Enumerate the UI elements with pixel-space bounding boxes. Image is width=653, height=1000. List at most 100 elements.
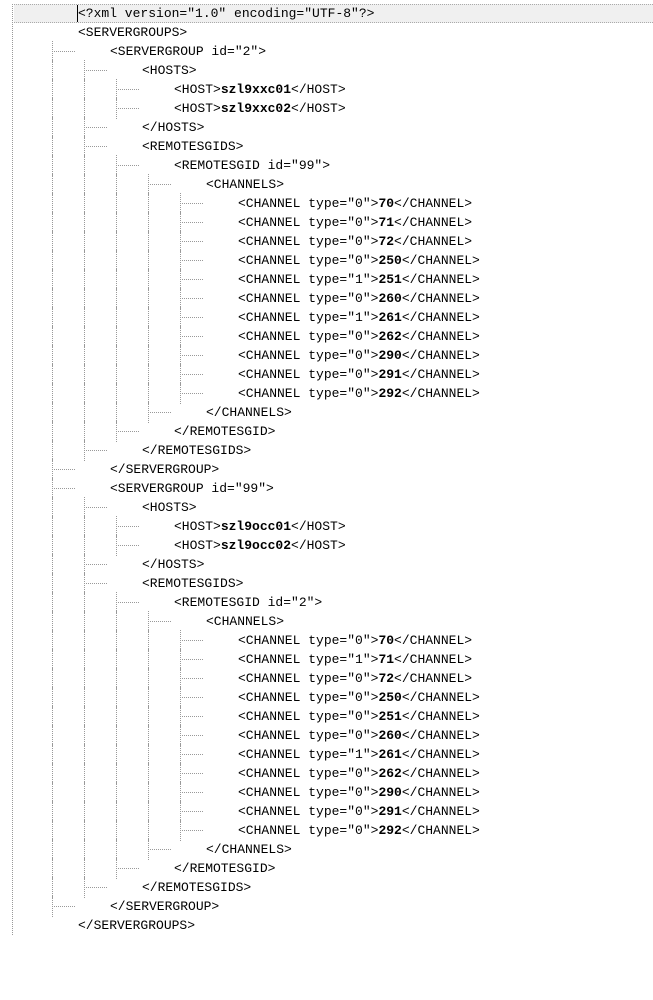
host-line: <HOST>szl9xxc02</HOST>	[14, 99, 653, 118]
xml-text: <HOSTS>	[142, 500, 197, 515]
xml-text: </CHANNELS>	[206, 842, 292, 857]
remotesgid-close: </REMOTESGID>	[14, 859, 653, 878]
xml-text: <CHANNEL type="0">70</CHANNEL>	[238, 633, 472, 648]
xml-text: <CHANNEL type="0">262</CHANNEL>	[238, 329, 480, 344]
xml-text: <CHANNEL type="0">292</CHANNEL>	[238, 823, 480, 838]
channel-line: <CHANNEL type="0">250</CHANNEL>	[14, 688, 653, 707]
xml-text: <CHANNEL type="0">260</CHANNEL>	[238, 291, 480, 306]
xml-text: <CHANNEL type="0">250</CHANNEL>	[238, 253, 480, 268]
xml-text: <REMOTESGIDS>	[142, 139, 243, 154]
channel-line: <CHANNEL type="0">262</CHANNEL>	[14, 327, 653, 346]
xml-text: </SERVERGROUP>	[110, 462, 219, 477]
xml-text: <CHANNEL type="0">291</CHANNEL>	[238, 367, 480, 382]
servergroup-close: </SERVERGROUP>	[14, 460, 653, 479]
xml-text: </REMOTESGIDS>	[142, 880, 251, 895]
servergroups-close: </SERVERGROUPS>	[14, 916, 653, 935]
channel-line: <CHANNEL type="0">70</CHANNEL>	[14, 194, 653, 213]
hosts-open: <HOSTS>	[14, 61, 653, 80]
xml-text: </HOSTS>	[142, 557, 204, 572]
channel-line: <CHANNEL type="1">251</CHANNEL>	[14, 270, 653, 289]
hosts-open: <HOSTS>	[14, 498, 653, 517]
xml-text: <HOST>szl9xxc02</HOST>	[174, 101, 346, 116]
xml-text: </HOSTS>	[142, 120, 204, 135]
xml-text: <CHANNEL type="0">250</CHANNEL>	[238, 690, 480, 705]
servergroup-open: <SERVERGROUP id="99">	[14, 479, 653, 498]
xml-text: <CHANNEL type="1">251</CHANNEL>	[238, 272, 480, 287]
channel-line: <CHANNEL type="0">292</CHANNEL>	[14, 821, 653, 840]
xml-text: </REMOTESGID>	[174, 424, 275, 439]
xml-text: <CHANNEL type="0">251</CHANNEL>	[238, 709, 480, 724]
channel-line: <CHANNEL type="1">261</CHANNEL>	[14, 308, 653, 327]
remotesgids-open: <REMOTESGIDS>	[14, 137, 653, 156]
host-line: <HOST>szl9occ02</HOST>	[14, 536, 653, 555]
channel-line: <CHANNEL type="0">70</CHANNEL>	[14, 631, 653, 650]
xml-text: </SERVERGROUPS>	[78, 918, 195, 933]
xml-text: <SERVERGROUP id="2">	[110, 44, 266, 59]
channel-line: <CHANNEL type="0">250</CHANNEL>	[14, 251, 653, 270]
channel-line: <CHANNEL type="1">261</CHANNEL>	[14, 745, 653, 764]
channels-open: <CHANNELS>	[14, 612, 653, 631]
xml-declaration: <?xml version="1.0" encoding="UTF-8"?>	[78, 6, 374, 21]
xml-text: <SERVERGROUPS>	[78, 25, 187, 40]
hosts-close: </HOSTS>	[14, 118, 653, 137]
channel-line: <CHANNEL type="1">71</CHANNEL>	[14, 650, 653, 669]
xml-text: <HOST>szl9xxc01</HOST>	[174, 82, 346, 97]
xml-text: <CHANNEL type="0">290</CHANNEL>	[238, 785, 480, 800]
servergroup-close: </SERVERGROUP>	[14, 897, 653, 916]
xml-code-block: <?xml version="1.0" encoding="UTF-8"?> <S…	[0, 0, 653, 939]
channel-line: <CHANNEL type="0">72</CHANNEL>	[14, 232, 653, 251]
channel-line: <CHANNEL type="0">72</CHANNEL>	[14, 669, 653, 688]
xml-text: <REMOTESGID id="99">	[174, 158, 330, 173]
xml-text: <CHANNEL type="0">70</CHANNEL>	[238, 196, 472, 211]
xml-text: <CHANNEL type="0">260</CHANNEL>	[238, 728, 480, 743]
xml-text: <REMOTESGIDS>	[142, 576, 243, 591]
xml-text: <CHANNEL type="0">262</CHANNEL>	[238, 766, 480, 781]
channels-open: <CHANNELS>	[14, 175, 653, 194]
host-line: <HOST>szl9occ01</HOST>	[14, 517, 653, 536]
servergroup-open: <SERVERGROUP id="2">	[14, 42, 653, 61]
channel-line: <CHANNEL type="0">290</CHANNEL>	[14, 346, 653, 365]
channel-line: <CHANNEL type="0">260</CHANNEL>	[14, 726, 653, 745]
xml-text: <HOST>szl9occ02</HOST>	[174, 538, 346, 553]
xml-text: <SERVERGROUP id="99">	[110, 481, 274, 496]
xml-text: </SERVERGROUP>	[110, 899, 219, 914]
xml-text: <CHANNELS>	[206, 614, 284, 629]
channel-line: <CHANNEL type="0">290</CHANNEL>	[14, 783, 653, 802]
channel-line: <CHANNEL type="0">292</CHANNEL>	[14, 384, 653, 403]
xml-text: </CHANNELS>	[206, 405, 292, 420]
remotesgids-close: </REMOTESGIDS>	[14, 441, 653, 460]
xml-render-area: <?xml version="1.0" encoding="UTF-8"?> <S…	[12, 4, 653, 935]
channel-line: <CHANNEL type="0">262</CHANNEL>	[14, 764, 653, 783]
xml-text: <HOST>szl9occ01</HOST>	[174, 519, 346, 534]
channel-line: <CHANNEL type="0">260</CHANNEL>	[14, 289, 653, 308]
xml-text: <HOSTS>	[142, 63, 197, 78]
channel-line: <CHANNEL type="0">251</CHANNEL>	[14, 707, 653, 726]
channels-close: </CHANNELS>	[14, 840, 653, 859]
servergroups-open: <SERVERGROUPS>	[14, 23, 653, 42]
channels-close: </CHANNELS>	[14, 403, 653, 422]
xml-text: </REMOTESGIDS>	[142, 443, 251, 458]
xml-text: <CHANNEL type="0">72</CHANNEL>	[238, 671, 472, 686]
xml-text: <CHANNEL type="0">71</CHANNEL>	[238, 215, 472, 230]
channel-line: <CHANNEL type="0">291</CHANNEL>	[14, 365, 653, 384]
remotesgids-close: </REMOTESGIDS>	[14, 878, 653, 897]
xml-declaration-line: <?xml version="1.0" encoding="UTF-8"?>	[14, 4, 653, 23]
remotesgid-open: <REMOTESGID id="2">	[14, 593, 653, 612]
remotesgid-open: <REMOTESGID id="99">	[14, 156, 653, 175]
xml-text: </REMOTESGID>	[174, 861, 275, 876]
xml-text: <REMOTESGID id="2">	[174, 595, 322, 610]
xml-text: <CHANNEL type="1">261</CHANNEL>	[238, 747, 480, 762]
channel-line: <CHANNEL type="0">71</CHANNEL>	[14, 213, 653, 232]
channel-line: <CHANNEL type="0">291</CHANNEL>	[14, 802, 653, 821]
xml-text: <CHANNEL type="0">290</CHANNEL>	[238, 348, 480, 363]
xml-text: <CHANNEL type="1">261</CHANNEL>	[238, 310, 480, 325]
remotesgid-close: </REMOTESGID>	[14, 422, 653, 441]
remotesgids-open: <REMOTESGIDS>	[14, 574, 653, 593]
host-line: <HOST>szl9xxc01</HOST>	[14, 80, 653, 99]
xml-text: <CHANNEL type="0">72</CHANNEL>	[238, 234, 472, 249]
xml-text: <CHANNEL type="0">292</CHANNEL>	[238, 386, 480, 401]
xml-text: <CHANNELS>	[206, 177, 284, 192]
xml-text: <CHANNEL type="1">71</CHANNEL>	[238, 652, 472, 667]
xml-text: <CHANNEL type="0">291</CHANNEL>	[238, 804, 480, 819]
hosts-close: </HOSTS>	[14, 555, 653, 574]
